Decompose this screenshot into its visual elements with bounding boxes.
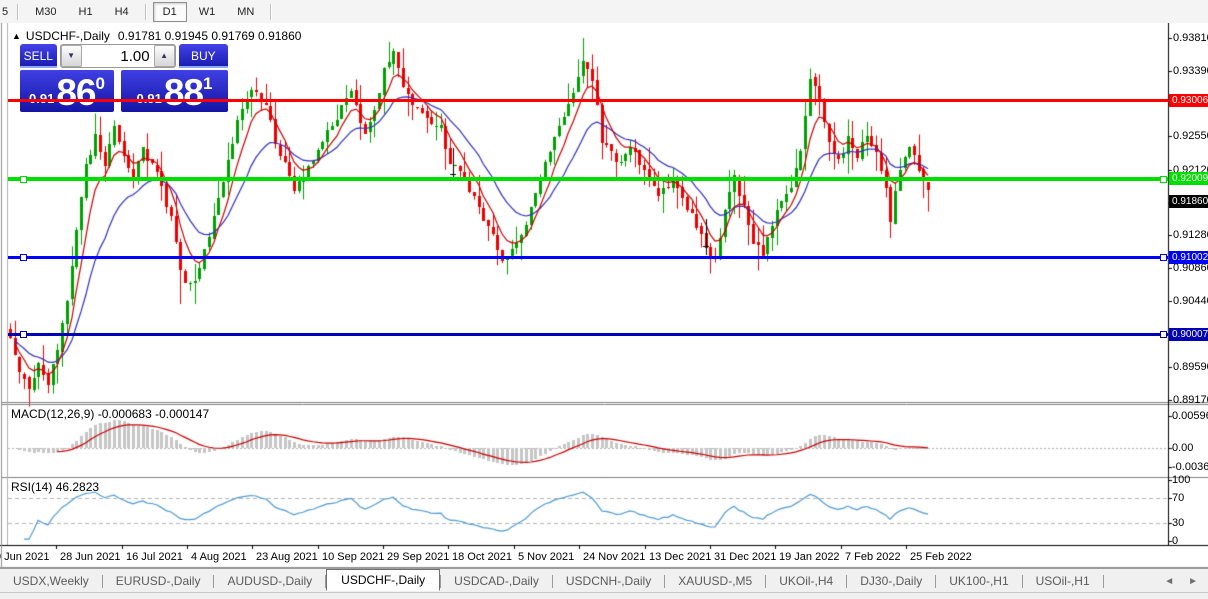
price-tick-label: 0.93390 — [1173, 65, 1208, 77]
date-axis-label: 31 Dec 2021 — [714, 551, 777, 563]
line-handle-left-0.90007[interactable] — [20, 331, 27, 338]
date-axis-label: 19 Jan 2022 — [779, 551, 840, 563]
rsi-axis-label: 100 — [1172, 474, 1191, 486]
tab-separator — [1102, 574, 1104, 588]
date-axis-label: 16 Jul 2021 — [126, 551, 183, 563]
status-strip — [0, 592, 1208, 599]
tab-uk100-h1[interactable]: UK100-,H1 — [936, 571, 1021, 591]
buy-price-pipette: 1 — [203, 74, 213, 93]
rsi-axis-label: 0 — [1172, 535, 1179, 547]
tab-usoil-h1[interactable]: USOil-,H1 — [1023, 571, 1103, 591]
buy-price-display[interactable]: 0.91 88 1 — [121, 70, 228, 112]
rsi-name: RSI(14) — [11, 480, 53, 494]
date-axis-label: 18 Oct 2021 — [452, 551, 512, 563]
clipped-timeframe-label[interactable]: 5 — [0, 6, 12, 18]
date-axis-label: 24 Nov 2021 — [583, 551, 646, 563]
macd-name: MACD(12,26,9) — [11, 407, 95, 421]
volume-decrease-button[interactable]: ▼ — [60, 45, 82, 67]
horizontal-line-0.92009[interactable] — [8, 175, 1168, 183]
sell-button[interactable]: SELL — [20, 44, 57, 68]
horizontal-line-0.90007[interactable] — [8, 331, 1168, 338]
rsi-axis-label: 70 — [1172, 492, 1185, 504]
timeframe-toolbar: 5 M30 H1 H4 D1 W1 MN — [0, 0, 1208, 24]
date-axis-label: 13 Dec 2021 — [649, 551, 712, 563]
tab-usdcnh-daily[interactable]: USDCNH-,Daily — [553, 571, 664, 591]
date-axis-label: 5 Nov 2021 — [518, 551, 575, 563]
chevron-down-icon: ▼ — [67, 51, 76, 60]
hline-price-tag-0.90007: 0.90007 — [1169, 328, 1208, 341]
volume-stepper: ▼ ▲ — [59, 44, 176, 68]
macd-indicator-label: MACD(12,26,9) -0.000683 -0.000147 — [11, 407, 209, 421]
timeframe-button-MN[interactable]: MN — [227, 2, 264, 22]
date-axis-label: 28 Jun 2021 — [60, 551, 121, 563]
tab-ukoil-h4[interactable]: UKOil-,H4 — [766, 571, 846, 591]
symbol-title: USDCHF-,Daily — [25, 29, 110, 43]
date-axis-label: 10 Sep 2021 — [322, 551, 385, 563]
tab-audusd-daily[interactable]: AUDUSD-,Daily — [214, 571, 325, 591]
macd-axis-label: 0.005963 — [1172, 410, 1208, 422]
trading-platform: 5 M30 H1 H4 D1 W1 MN ▲ USDCHF-,Daily 0.91781 0.… — [0, 0, 1208, 599]
price-tick-label: 0.91280 — [1173, 229, 1208, 241]
hline-price-tag-0.93006: 0.93006 — [1169, 94, 1208, 107]
macd-axis-label: 0.00 — [1172, 442, 1194, 454]
date-axis-label: 25 Feb 2022 — [910, 551, 972, 563]
macd-axis-label: -0.00366 — [1172, 461, 1208, 473]
line-handle-right-0.92009[interactable] — [1160, 175, 1167, 183]
rsi-value: 46.2823 — [55, 480, 100, 494]
line-handle-right-0.90007[interactable] — [1160, 331, 1167, 338]
volume-input[interactable] — [81, 45, 154, 67]
price-tick-label: 0.89590 — [1173, 361, 1208, 373]
line-handle-left-0.92009[interactable] — [20, 175, 27, 183]
date-axis-label: 4 Aug 2021 — [191, 551, 247, 563]
symbol-header: ▲ USDCHF-,Daily 0.91781 0.91945 0.91769 0.… — [12, 29, 301, 43]
sell-price-pipette: 0 — [95, 74, 105, 93]
rsi-axis-label: 30 — [1172, 517, 1185, 529]
toolbar-separator — [17, 3, 20, 20]
horizontal-line-0.91002[interactable] — [8, 254, 1168, 261]
volume-increase-button[interactable]: ▲ — [153, 45, 175, 67]
symbol-ohlc-values: 0.91781 0.91945 0.91769 0.91860 — [117, 29, 302, 43]
timeframe-button-W1[interactable]: W1 — [189, 2, 226, 22]
chevron-up-icon: ▲ — [160, 51, 169, 60]
current-price-tag: 0.91860 — [1169, 195, 1208, 208]
timeframe-button-D1[interactable]: D1 — [152, 1, 187, 22]
macd-values: -0.000683 -0.000147 — [97, 407, 210, 421]
price-tick-label: 0.93810 — [1173, 32, 1208, 44]
tab-scroll-arrows: ◄ ► — [1164, 576, 1198, 587]
chart-tab-bar: USDX,Weekly EURUSD-,Daily AUDUSD-,Daily USD… — [0, 568, 1208, 593]
sell-price-display[interactable]: 0.91 86 0 — [20, 70, 114, 112]
toolbar-separator — [144, 3, 147, 20]
tab-scroll-right-button[interactable]: ► — [1188, 576, 1198, 587]
tab-scroll-left-button[interactable]: ◄ — [1164, 576, 1174, 587]
tab-usdx-weekly[interactable]: USDX,Weekly — [0, 571, 102, 591]
tab-usdchf-daily[interactable]: USDCHF-,Daily — [326, 569, 441, 591]
tab-usdcad-daily[interactable]: USDCAD-,Daily — [441, 571, 552, 591]
tab-eurusd-daily[interactable]: EURUSD-,Daily — [103, 571, 214, 591]
collapse-arrow-icon[interactable]: ▲ — [12, 31, 21, 41]
tab-dj30-daily[interactable]: DJ30-,Daily — [847, 571, 935, 591]
hline-price-tag-0.92009: 0.92009 — [1169, 172, 1208, 185]
sell-price-big-digits: 86 — [56, 72, 96, 113]
rsi-indicator-label: RSI(14) 46.2823 — [11, 480, 99, 494]
price-tick-label: 0.92550 — [1173, 130, 1208, 142]
price-tick-label: 0.89170 — [1173, 394, 1208, 406]
date-axis-label: 7 Feb 2022 — [845, 551, 901, 563]
toolbar-separator — [270, 3, 273, 20]
hline-price-tag-0.91002: 0.91002 — [1169, 251, 1208, 264]
buy-button[interactable]: BUY — [178, 44, 228, 68]
horizontal-line-0.93006[interactable] — [8, 99, 1168, 102]
timeframe-button-H4[interactable]: H4 — [105, 2, 139, 22]
date-axis-label: 29 Sep 2021 — [387, 551, 450, 563]
buy-price-big-digits: 88 — [163, 72, 204, 113]
line-handle-left-0.91002[interactable] — [20, 254, 27, 261]
timeframe-button-H1[interactable]: H1 — [69, 2, 103, 22]
tab-xauusd-m5[interactable]: XAUUSD-,M5 — [665, 571, 765, 591]
price-tick-label: 0.90440 — [1173, 295, 1208, 307]
date-axis-label: 23 Aug 2021 — [256, 551, 318, 563]
timeframe-button-M30[interactable]: M30 — [25, 2, 66, 22]
chart-window: ▲ USDCHF-,Daily 0.91781 0.91945 0.91769 0.… — [0, 23, 1208, 568]
date-axis-label: 9 Jun 2021 — [0, 551, 50, 563]
line-handle-right-0.91002[interactable] — [1160, 254, 1167, 261]
